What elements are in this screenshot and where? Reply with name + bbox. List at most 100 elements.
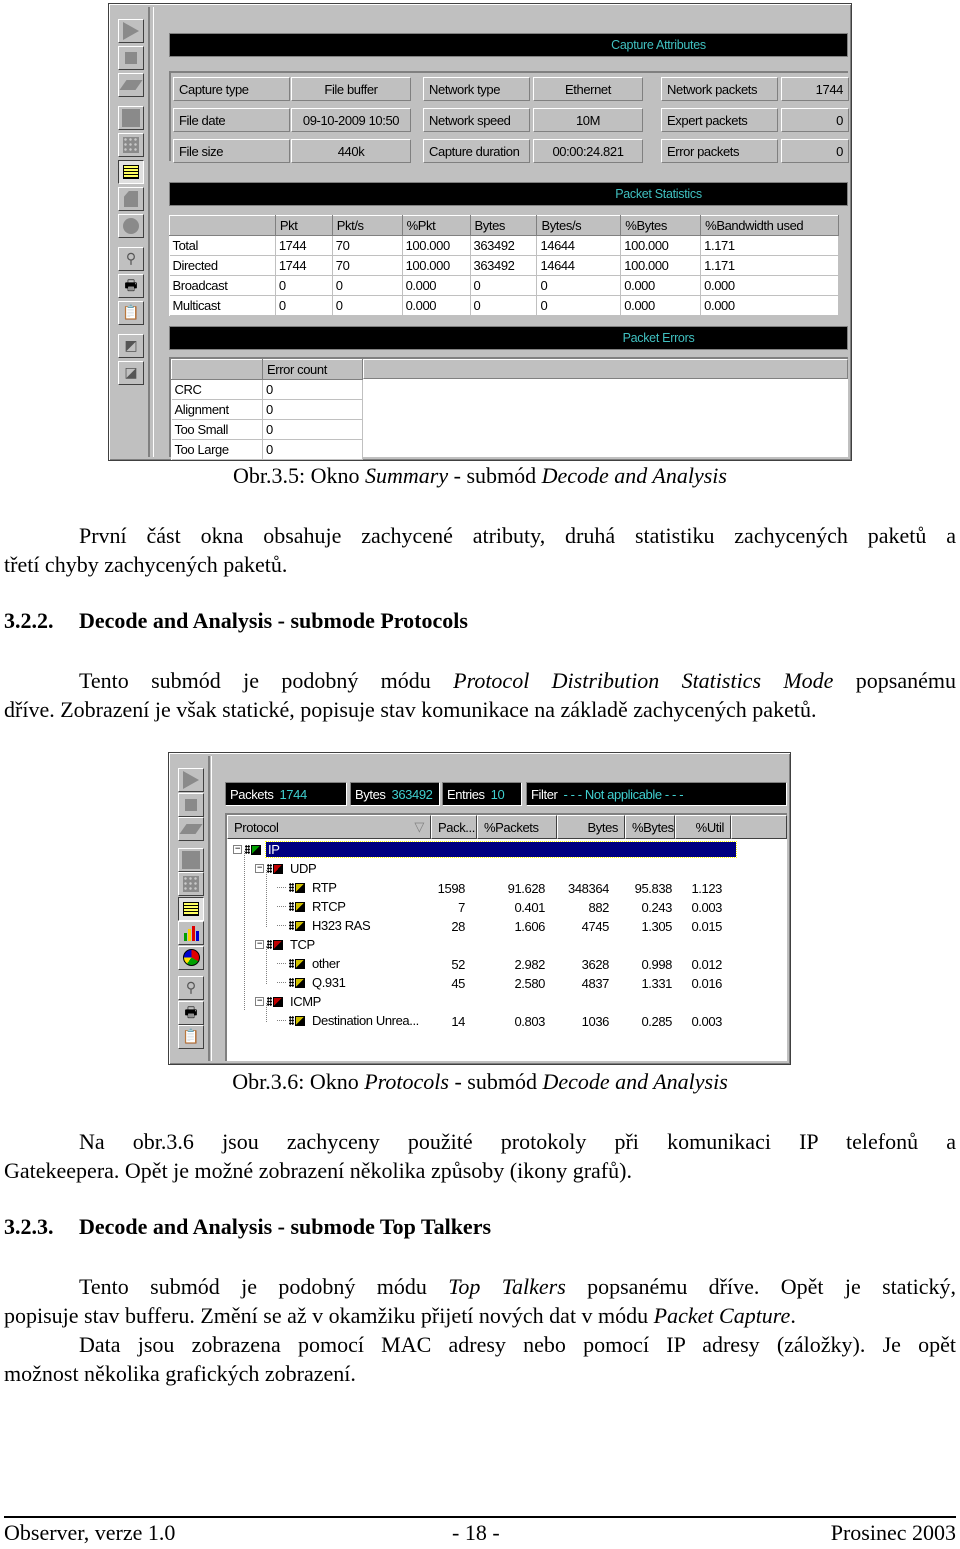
- sort-arrow-icon[interactable]: ▽: [414, 819, 424, 835]
- dots-button[interactable]: [118, 133, 144, 157]
- column-header[interactable]: %Bandwidth used: [700, 215, 839, 236]
- protocol-icon: [267, 939, 285, 951]
- find-button[interactable]: ⚲: [118, 247, 144, 271]
- circle-button[interactable]: [118, 214, 144, 238]
- tree-node[interactable]: Q.931: [277, 975, 347, 990]
- column-header-bytes[interactable]: Bytes: [557, 815, 625, 839]
- tree-node[interactable]: Destination Unrea...: [277, 1013, 421, 1028]
- grid-dots: [289, 902, 294, 911]
- play-button[interactable]: [178, 768, 204, 792]
- stop-button[interactable]: [178, 792, 204, 817]
- column-header[interactable]: %Bytes: [620, 215, 702, 236]
- caption-italic: Protocols: [364, 1069, 449, 1094]
- tree-row-tcp[interactable]: − TCP: [227, 936, 787, 955]
- text: Tento submód je podobný módu: [79, 668, 454, 693]
- text: Tento submód je podobný módu: [79, 1274, 449, 1299]
- cell-value: 363492: [470, 235, 538, 256]
- eraser-button[interactable]: [118, 73, 144, 97]
- table-header-row: Pkt Pkt/s %Pkt Bytes Bytes/s %Bytes %Bandwidth…: [169, 215, 839, 236]
- tree-row-udp[interactable]: − UDP: [227, 860, 787, 879]
- eraser-button[interactable]: [178, 817, 204, 841]
- tree-row-destination-unrea-[interactable]: Destination Unrea... 14 0.803 1036 0.285 0.00…: [227, 1012, 787, 1031]
- list-view-button[interactable]: [118, 160, 144, 184]
- tree-node[interactable]: RTCP: [277, 899, 348, 914]
- table-row: Too Large 0: [171, 439, 363, 460]
- column-header[interactable]: Error count: [262, 359, 363, 380]
- tree-row-q-931[interactable]: Q.931 45 2.580 4837 1.331 0.016: [227, 974, 787, 993]
- tree-node[interactable]: − UDP: [255, 861, 318, 876]
- clipboard-button[interactable]: 📋: [118, 301, 144, 325]
- bar-chart-button[interactable]: [178, 921, 204, 945]
- column-header-bytes[interactable]: %Bytes: [625, 815, 675, 839]
- print-button[interactable]: 🖶: [178, 1000, 204, 1025]
- window-button[interactable]: [178, 847, 204, 872]
- tree-connector: [277, 982, 286, 983]
- attr-label: Error packets: [661, 139, 778, 163]
- protocol-tree[interactable]: Protocol ▽ Pack... %Packets Bytes %Bytes %Util…: [225, 813, 787, 1061]
- cell-value: 1.123: [691, 881, 722, 896]
- cell-value: 0: [275, 295, 333, 316]
- attr-label: Network packets: [661, 77, 778, 101]
- stop-icon: [125, 52, 137, 64]
- eraser-icon: [179, 824, 203, 834]
- tool1-button[interactable]: ◩: [118, 334, 144, 358]
- cell-value: 1036: [581, 1014, 610, 1029]
- tree-row-h323-ras[interactable]: H323 RAS 28 1.606 4745 1.305 0.015: [227, 917, 787, 936]
- cell-value: 4837: [581, 976, 610, 991]
- stop-button[interactable]: [118, 46, 144, 70]
- summary-content: Capture Attributes Capture type File buff…: [153, 7, 849, 460]
- column-header-packets[interactable]: %Packets: [477, 815, 557, 839]
- grid-dots: [289, 883, 294, 892]
- figure-caption-3-5: Obr.3.5: Okno Summary - submód Decode an…: [0, 463, 960, 489]
- tree-node[interactable]: other: [277, 956, 342, 971]
- protocol-name: TCP: [290, 937, 315, 952]
- cell-value: 4745: [581, 919, 610, 934]
- tree-row-rtp[interactable]: RTP 1598 91.628 348364 95.838 1.123: [227, 879, 787, 898]
- protocol-icon: [289, 882, 307, 894]
- tree-node[interactable]: − TCP: [255, 937, 317, 952]
- column-header[interactable]: [171, 359, 263, 380]
- collapse-toggle-icon[interactable]: −: [255, 940, 264, 949]
- column-header-pack[interactable]: Pack...: [431, 815, 477, 839]
- clipboard-button[interactable]: 📋: [178, 1025, 204, 1049]
- page-button[interactable]: [118, 187, 144, 211]
- text: popisuje stav bufferu. Změní se až v oka…: [4, 1303, 654, 1328]
- collapse-toggle-icon[interactable]: −: [255, 997, 264, 1006]
- protocol-icon: [289, 958, 307, 970]
- collapse-toggle-icon[interactable]: −: [233, 845, 242, 854]
- column-header[interactable]: Bytes: [469, 215, 538, 236]
- pie-chart-button[interactable]: [178, 945, 204, 970]
- tree-node[interactable]: − IP: [233, 841, 737, 858]
- window-button[interactable]: [118, 106, 144, 130]
- column-header-util[interactable]: %Util: [675, 815, 731, 839]
- tree-node[interactable]: H323 RAS: [277, 918, 372, 933]
- text-italic: Packet Capture: [653, 1303, 791, 1328]
- column-header[interactable]: %Pkt: [401, 215, 471, 236]
- row-label: Total: [169, 235, 276, 256]
- flag: [295, 1015, 305, 1026]
- tree-row-rtcp[interactable]: RTCP 7 0.401 882 0.243 0.003: [227, 898, 787, 917]
- status-label: Entries: [447, 786, 485, 802]
- tree-row-icmp[interactable]: − ICMP: [227, 993, 787, 1012]
- dots-button[interactable]: [178, 872, 204, 896]
- tool2-button[interactable]: ◪: [118, 361, 144, 385]
- collapse-toggle-icon[interactable]: −: [255, 864, 264, 873]
- print-icon: 🖶: [184, 1004, 198, 1021]
- bar: [195, 931, 199, 941]
- play-button[interactable]: [118, 19, 144, 43]
- tree-row-other[interactable]: other 52 2.982 3628 0.998 0.012: [227, 955, 787, 974]
- list-view-button[interactable]: [178, 896, 204, 921]
- column-header[interactable]: Pkt: [274, 215, 333, 236]
- cell-value: 1744: [275, 255, 333, 276]
- print-button[interactable]: 🖶: [118, 274, 144, 298]
- cell-value: 0.003: [691, 900, 722, 915]
- column-header[interactable]: Pkt/s: [331, 215, 403, 236]
- tree-node[interactable]: RTP: [277, 880, 339, 895]
- column-header[interactable]: [169, 215, 276, 236]
- column-header[interactable]: Bytes/s: [536, 215, 622, 236]
- summary-window: ⚲ 🖶 📋 ◩ ◪ Capture Attributes Capture type Fil…: [108, 3, 852, 461]
- find-button[interactable]: ⚲: [178, 976, 204, 1000]
- flag: [295, 977, 305, 988]
- tree-row-ip[interactable]: − IP: [227, 841, 787, 860]
- column-header-protocol[interactable]: Protocol ▽: [227, 815, 431, 839]
